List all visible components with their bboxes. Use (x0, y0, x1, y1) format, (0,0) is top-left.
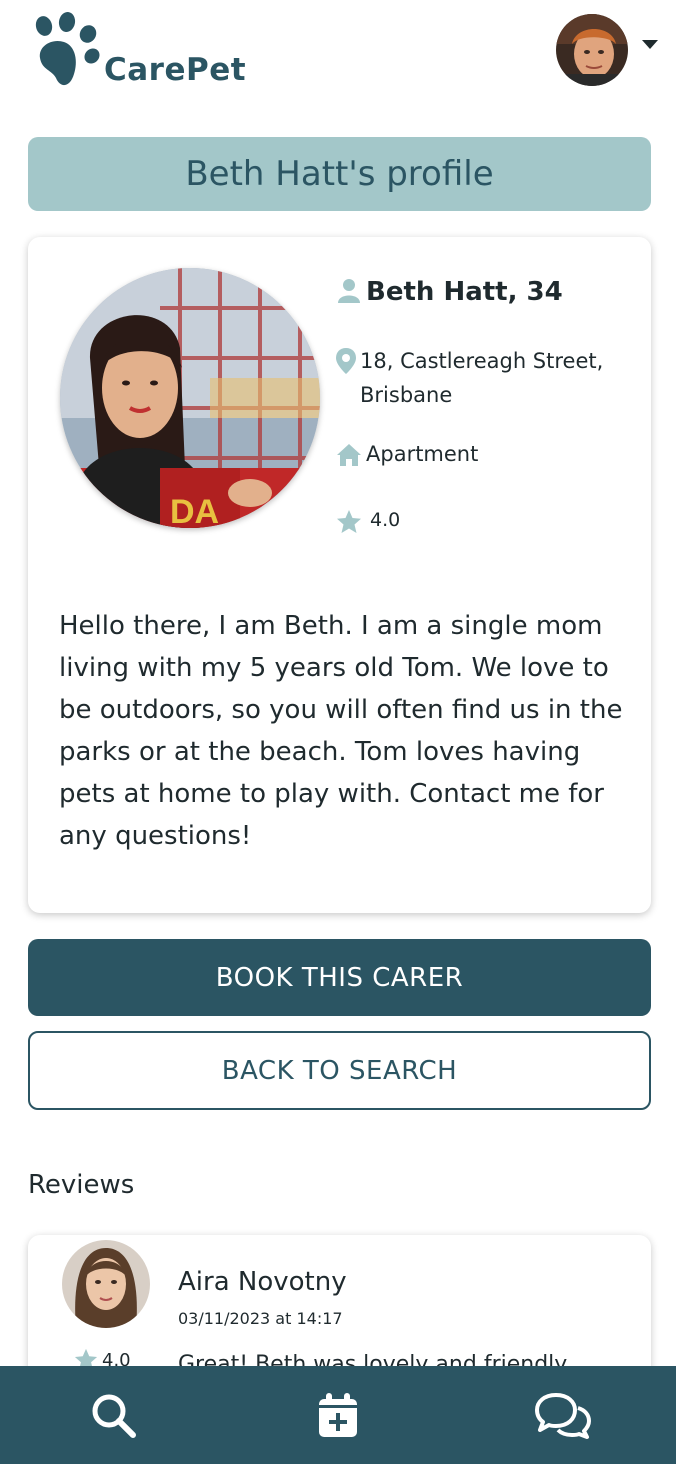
user-menu[interactable] (556, 14, 666, 88)
carer-profile-page: CarePet Beth Hatt's profile DA Beth Hatt… (0, 0, 676, 1464)
location-pin-icon (336, 348, 356, 374)
chevron-down-icon[interactable] (642, 40, 658, 49)
carer-home-row: Apartment (336, 442, 478, 468)
book-carer-button[interactable]: BOOK THIS CARER (28, 939, 651, 1016)
back-to-search-button[interactable]: BACK TO SEARCH (28, 1031, 651, 1110)
carer-address: 18, Castlereagh Street, Brisbane (360, 349, 604, 407)
nav-messages[interactable] (523, 1380, 603, 1450)
carer-rating: 4.0 (370, 509, 401, 531)
page-title: Beth Hatt's profile (185, 154, 494, 194)
carer-address-row: 18, Castlereagh Street, Brisbane (336, 344, 616, 412)
search-icon[interactable] (89, 1391, 137, 1439)
nav-bookings[interactable] (298, 1380, 378, 1450)
svg-text:DA: DA (170, 493, 219, 528)
app-header: CarePet (0, 0, 676, 110)
reviews-heading: Reviews (28, 1170, 135, 1200)
carepet-logo[interactable]: CarePet (30, 12, 260, 96)
carer-home-type: Apartment (366, 442, 479, 466)
bottom-nav (0, 1366, 676, 1464)
carer-bio: Hello there, I am Beth. I am a single mo… (59, 611, 623, 851)
star-icon (337, 510, 361, 533)
profile-title-bar: Beth Hatt's profile (28, 137, 651, 211)
carer-photo: DA (60, 268, 320, 528)
chat-icon[interactable] (534, 1391, 592, 1439)
nav-search[interactable] (73, 1380, 153, 1450)
app-name: CarePet (104, 52, 247, 88)
calendar-plus-icon[interactable] (316, 1391, 360, 1439)
carer-rating-row: 4.0 (336, 509, 400, 535)
person-icon (338, 279, 360, 303)
home-icon (337, 444, 361, 466)
carer-name-row: Beth Hatt, 34 (336, 277, 563, 307)
profile-card: DA Beth Hatt, 34 18, Castlereagh Street,… (28, 237, 651, 913)
paw-icon (35, 12, 100, 86)
user-avatar[interactable] (556, 14, 628, 86)
review-date: 03/11/2023 at 14:17 (178, 1309, 343, 1328)
reviewer-avatar (62, 1240, 150, 1328)
reviewer-name: Aira Novotny (178, 1267, 347, 1297)
carer-name-age: Beth Hatt, 34 (366, 277, 563, 307)
